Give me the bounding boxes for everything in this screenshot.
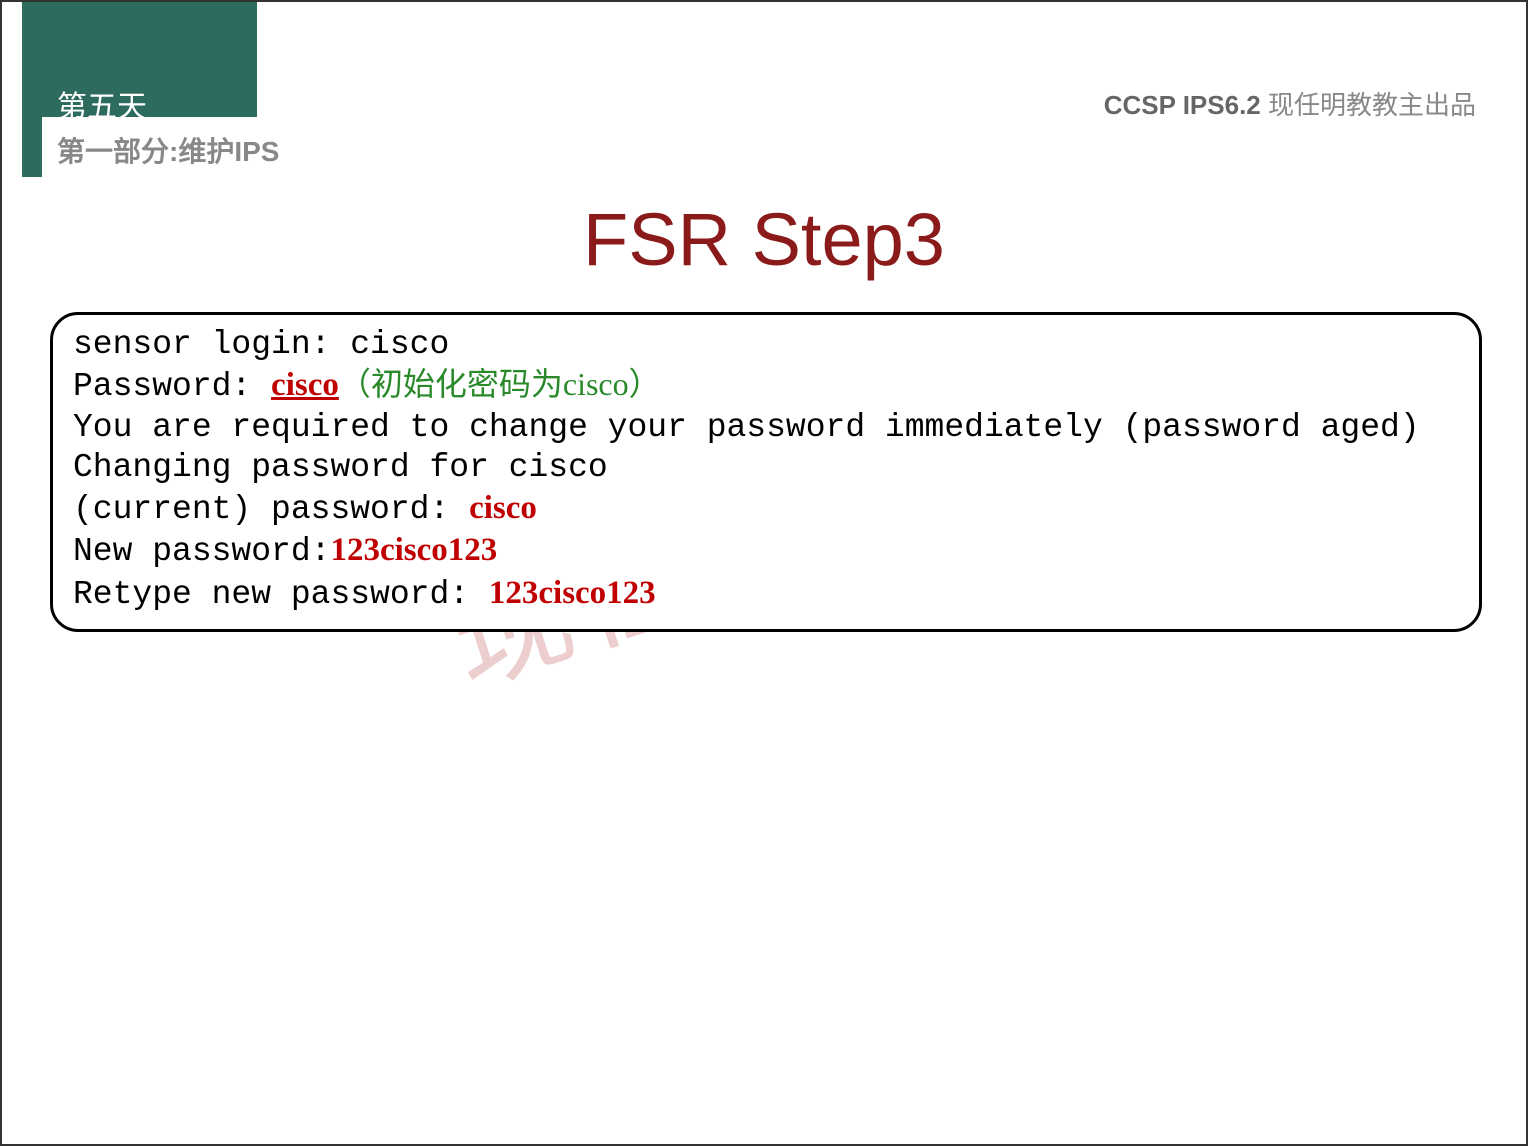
new-password-prompt: New password: [73, 533, 330, 570]
header-side-bar [22, 117, 42, 177]
terminal-line-4: Changing password for cisco [73, 448, 1459, 488]
day-label: 第五天 [57, 82, 147, 126]
retype-password-prompt: Retype new password: [73, 576, 489, 613]
terminal-line-7: Retype new password: 123cisco123 [73, 573, 1459, 615]
header-right: CCSP IPS6.2 现任明教教主出品 [1104, 85, 1476, 122]
current-password-prompt: (current) password: [73, 491, 469, 528]
retype-password-value: 123cisco123 [489, 575, 656, 611]
current-password-value: cisco [469, 490, 537, 526]
author-note: 现任明教教主出品 [1261, 90, 1476, 120]
password-value: cisco [271, 367, 339, 403]
password-note: （初始化密码为cisco） [339, 366, 661, 402]
terminal-line-5: (current) password: cisco [73, 488, 1459, 530]
terminal-line-3: You are required to change your password… [73, 408, 1459, 448]
new-password-value: 123cisco123 [330, 532, 497, 568]
slide-title: FSR Step3 [2, 197, 1526, 282]
terminal-line-6: New password:123cisco123 [73, 530, 1459, 572]
login-prompt: sensor login: [73, 326, 350, 363]
terminal-line-2: Password: cisco（初始化密码为cisco） [73, 365, 1459, 407]
terminal-line-1: sensor login: cisco [73, 325, 1459, 365]
course-code: CCSP IPS6.2 [1104, 90, 1261, 120]
login-value: cisco [350, 326, 449, 363]
terminal-box: sensor login: cisco Password: cisco（初始化密… [50, 312, 1482, 632]
password-prompt: Password: [73, 368, 271, 405]
section-label: 第一部分:维护IPS [57, 130, 279, 170]
